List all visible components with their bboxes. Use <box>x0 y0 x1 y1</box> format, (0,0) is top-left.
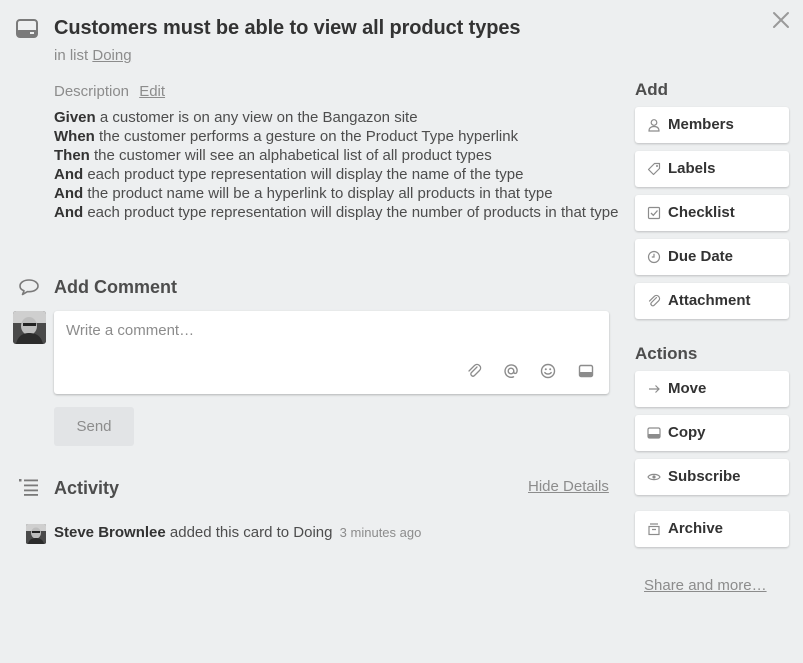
clock-icon <box>647 250 661 264</box>
add-section-title: Add <box>635 80 669 99</box>
send-button[interactable]: Send <box>54 407 134 446</box>
actions-section-title: Actions <box>635 344 698 363</box>
description-line: And each product type representation wil… <box>54 204 619 221</box>
checklist-button[interactable]: Checklist <box>635 195 789 231</box>
attachment-icon[interactable] <box>466 363 482 379</box>
archive-icon <box>648 523 660 536</box>
share-and-more-link[interactable]: Share and more… <box>644 577 767 594</box>
copy-label: Copy <box>668 424 706 441</box>
arrow-right-icon <box>649 385 660 393</box>
tag-icon <box>647 162 661 176</box>
attachment-button[interactable]: Attachment <box>635 283 789 319</box>
comment-icon <box>19 279 39 296</box>
emoji-icon[interactable] <box>540 363 556 379</box>
activity-entry: Steve Brownlee added this card to Doing … <box>54 524 421 541</box>
activity-title: Activity <box>54 478 120 498</box>
in-list-prefix: in list <box>54 47 89 64</box>
close-icon[interactable] <box>771 10 791 30</box>
activity-list-icon <box>19 479 38 496</box>
avatar[interactable] <box>26 524 46 544</box>
attachment-label: Attachment <box>668 292 751 309</box>
members-button[interactable]: Members <box>635 107 789 143</box>
card-icon <box>647 427 661 439</box>
copy-button[interactable]: Copy <box>635 415 789 451</box>
labels-button[interactable]: Labels <box>635 151 789 187</box>
subscribe-label: Subscribe <box>668 468 741 485</box>
description-label: Description <box>54 83 130 100</box>
activity-action: added this card to Doing <box>165 524 333 541</box>
description-edit-link[interactable]: Edit <box>139 83 165 100</box>
avatar <box>13 311 46 344</box>
checkbox-icon <box>647 206 661 220</box>
card-title[interactable]: Customers must be able to view all produ… <box>54 17 521 40</box>
add-comment-title: Add Comment <box>54 277 177 297</box>
activity-user[interactable]: Steve Brownlee <box>54 524 166 541</box>
description-line: And the product name will be a hyperlink… <box>54 185 553 202</box>
card-icon <box>16 19 38 38</box>
labels-label: Labels <box>668 160 716 177</box>
due-date-label: Due Date <box>668 248 734 265</box>
archive-label: Archive <box>668 520 724 537</box>
mention-icon[interactable] <box>503 363 519 379</box>
description-line: And each product type representation wil… <box>54 166 524 183</box>
description-line: When the customer performs a gesture on … <box>54 128 519 145</box>
comment-input[interactable]: Write a comment… <box>54 311 609 394</box>
hide-details-link[interactable]: Hide Details <box>528 478 609 495</box>
description-header: Description Edit <box>54 83 165 100</box>
move-button[interactable]: Move <box>635 371 789 407</box>
move-label: Move <box>668 380 707 397</box>
description-line: Given a customer is on any view on the B… <box>54 109 418 126</box>
comment-placeholder: Write a comment… <box>66 322 195 339</box>
members-label: Members <box>668 116 734 133</box>
list-name-link[interactable]: Doing <box>92 47 131 64</box>
checklist-label: Checklist <box>668 204 735 221</box>
paperclip-icon <box>648 294 661 307</box>
activity-time[interactable]: 3 minutes ago <box>340 525 422 540</box>
in-list-text: in list Doing <box>54 47 132 64</box>
subscribe-button[interactable]: Subscribe <box>635 459 789 495</box>
eye-icon <box>647 473 661 481</box>
due-date-button[interactable]: Due Date <box>635 239 789 275</box>
card-icon[interactable] <box>578 363 594 379</box>
person-icon <box>648 119 660 132</box>
description-line: Then the customer will see an alphabetic… <box>54 147 492 164</box>
description-body[interactable]: Given a customer is on any view on the B… <box>54 108 619 222</box>
archive-button[interactable]: Archive <box>635 511 789 547</box>
